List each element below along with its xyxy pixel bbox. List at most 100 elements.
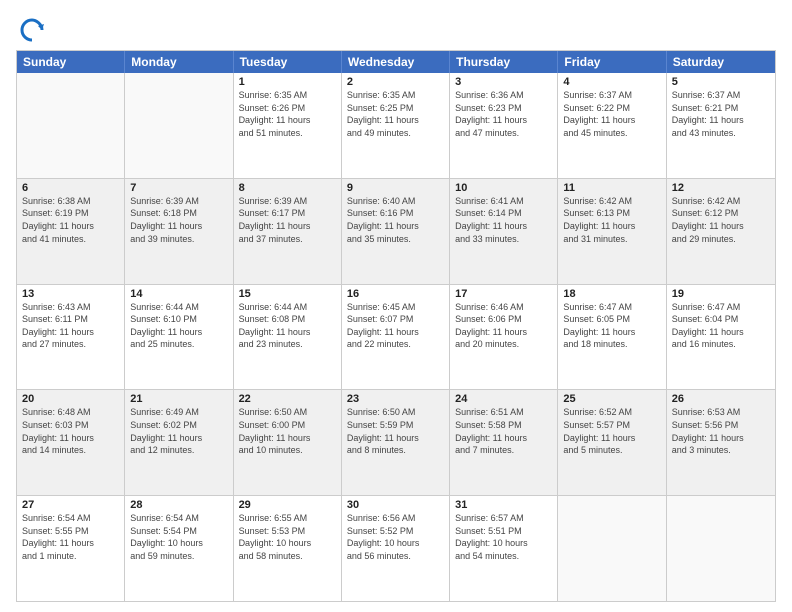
calendar-cell: 24Sunrise: 6:51 AMSunset: 5:58 PMDayligh… — [450, 390, 558, 495]
calendar-cell — [667, 496, 775, 601]
cell-text: Sunrise: 6:55 AMSunset: 5:53 PMDaylight:… — [239, 512, 336, 562]
calendar-cell: 5Sunrise: 6:37 AMSunset: 6:21 PMDaylight… — [667, 73, 775, 178]
cell-text: Sunrise: 6:47 AMSunset: 6:04 PMDaylight:… — [672, 301, 770, 351]
calendar-cell: 28Sunrise: 6:54 AMSunset: 5:54 PMDayligh… — [125, 496, 233, 601]
day-number: 11 — [563, 182, 660, 194]
calendar-cell: 10Sunrise: 6:41 AMSunset: 6:14 PMDayligh… — [450, 179, 558, 284]
calendar-cell: 7Sunrise: 6:39 AMSunset: 6:18 PMDaylight… — [125, 179, 233, 284]
calendar-header-cell: Saturday — [667, 51, 775, 73]
cell-text: Sunrise: 6:53 AMSunset: 5:56 PMDaylight:… — [672, 406, 770, 456]
calendar-cell: 23Sunrise: 6:50 AMSunset: 5:59 PMDayligh… — [342, 390, 450, 495]
calendar: SundayMondayTuesdayWednesdayThursdayFrid… — [16, 50, 776, 602]
day-number: 2 — [347, 76, 444, 88]
calendar-cell: 25Sunrise: 6:52 AMSunset: 5:57 PMDayligh… — [558, 390, 666, 495]
day-number: 4 — [563, 76, 660, 88]
day-number: 24 — [455, 393, 552, 405]
calendar-cell — [125, 73, 233, 178]
day-number: 10 — [455, 182, 552, 194]
day-number: 7 — [130, 182, 227, 194]
cell-text: Sunrise: 6:48 AMSunset: 6:03 PMDaylight:… — [22, 406, 119, 456]
cell-text: Sunrise: 6:47 AMSunset: 6:05 PMDaylight:… — [563, 301, 660, 351]
cell-text: Sunrise: 6:35 AMSunset: 6:26 PMDaylight:… — [239, 89, 336, 139]
day-number: 22 — [239, 393, 336, 405]
calendar-cell: 27Sunrise: 6:54 AMSunset: 5:55 PMDayligh… — [17, 496, 125, 601]
calendar-cell: 20Sunrise: 6:48 AMSunset: 6:03 PMDayligh… — [17, 390, 125, 495]
calendar-cell: 22Sunrise: 6:50 AMSunset: 6:00 PMDayligh… — [234, 390, 342, 495]
cell-text: Sunrise: 6:56 AMSunset: 5:52 PMDaylight:… — [347, 512, 444, 562]
day-number: 29 — [239, 499, 336, 511]
cell-text: Sunrise: 6:37 AMSunset: 6:22 PMDaylight:… — [563, 89, 660, 139]
calendar-header-cell: Sunday — [17, 51, 125, 73]
cell-text: Sunrise: 6:35 AMSunset: 6:25 PMDaylight:… — [347, 89, 444, 139]
cell-text: Sunrise: 6:54 AMSunset: 5:54 PMDaylight:… — [130, 512, 227, 562]
day-number: 19 — [672, 288, 770, 300]
cell-text: Sunrise: 6:54 AMSunset: 5:55 PMDaylight:… — [22, 512, 119, 562]
calendar-cell: 1Sunrise: 6:35 AMSunset: 6:26 PMDaylight… — [234, 73, 342, 178]
cell-text: Sunrise: 6:52 AMSunset: 5:57 PMDaylight:… — [563, 406, 660, 456]
day-number: 30 — [347, 499, 444, 511]
calendar-header-cell: Monday — [125, 51, 233, 73]
calendar-header-cell: Wednesday — [342, 51, 450, 73]
cell-text: Sunrise: 6:38 AMSunset: 6:19 PMDaylight:… — [22, 195, 119, 245]
cell-text: Sunrise: 6:42 AMSunset: 6:12 PMDaylight:… — [672, 195, 770, 245]
day-number: 25 — [563, 393, 660, 405]
calendar-cell: 11Sunrise: 6:42 AMSunset: 6:13 PMDayligh… — [558, 179, 666, 284]
day-number: 9 — [347, 182, 444, 194]
calendar-body: 1Sunrise: 6:35 AMSunset: 6:26 PMDaylight… — [17, 73, 775, 601]
day-number: 6 — [22, 182, 119, 194]
calendar-cell: 3Sunrise: 6:36 AMSunset: 6:23 PMDaylight… — [450, 73, 558, 178]
calendar-cell: 2Sunrise: 6:35 AMSunset: 6:25 PMDaylight… — [342, 73, 450, 178]
header — [16, 12, 776, 44]
calendar-cell: 4Sunrise: 6:37 AMSunset: 6:22 PMDaylight… — [558, 73, 666, 178]
day-number: 5 — [672, 76, 770, 88]
cell-text: Sunrise: 6:40 AMSunset: 6:16 PMDaylight:… — [347, 195, 444, 245]
cell-text: Sunrise: 6:50 AMSunset: 6:00 PMDaylight:… — [239, 406, 336, 456]
logo-icon — [18, 16, 46, 44]
cell-text: Sunrise: 6:39 AMSunset: 6:18 PMDaylight:… — [130, 195, 227, 245]
day-number: 27 — [22, 499, 119, 511]
calendar-header-cell: Thursday — [450, 51, 558, 73]
calendar-cell: 21Sunrise: 6:49 AMSunset: 6:02 PMDayligh… — [125, 390, 233, 495]
calendar-header-row: SundayMondayTuesdayWednesdayThursdayFrid… — [17, 51, 775, 73]
day-number: 1 — [239, 76, 336, 88]
cell-text: Sunrise: 6:36 AMSunset: 6:23 PMDaylight:… — [455, 89, 552, 139]
day-number: 23 — [347, 393, 444, 405]
cell-text: Sunrise: 6:42 AMSunset: 6:13 PMDaylight:… — [563, 195, 660, 245]
calendar-cell: 16Sunrise: 6:45 AMSunset: 6:07 PMDayligh… — [342, 285, 450, 390]
calendar-cell — [17, 73, 125, 178]
calendar-week: 20Sunrise: 6:48 AMSunset: 6:03 PMDayligh… — [17, 390, 775, 496]
calendar-cell: 8Sunrise: 6:39 AMSunset: 6:17 PMDaylight… — [234, 179, 342, 284]
day-number: 13 — [22, 288, 119, 300]
calendar-week: 6Sunrise: 6:38 AMSunset: 6:19 PMDaylight… — [17, 179, 775, 285]
calendar-cell: 19Sunrise: 6:47 AMSunset: 6:04 PMDayligh… — [667, 285, 775, 390]
day-number: 21 — [130, 393, 227, 405]
cell-text: Sunrise: 6:43 AMSunset: 6:11 PMDaylight:… — [22, 301, 119, 351]
calendar-cell: 6Sunrise: 6:38 AMSunset: 6:19 PMDaylight… — [17, 179, 125, 284]
day-number: 16 — [347, 288, 444, 300]
day-number: 15 — [239, 288, 336, 300]
cell-text: Sunrise: 6:44 AMSunset: 6:08 PMDaylight:… — [239, 301, 336, 351]
day-number: 20 — [22, 393, 119, 405]
calendar-header-cell: Friday — [558, 51, 666, 73]
calendar-week: 13Sunrise: 6:43 AMSunset: 6:11 PMDayligh… — [17, 285, 775, 391]
calendar-week: 1Sunrise: 6:35 AMSunset: 6:26 PMDaylight… — [17, 73, 775, 179]
cell-text: Sunrise: 6:49 AMSunset: 6:02 PMDaylight:… — [130, 406, 227, 456]
day-number: 31 — [455, 499, 552, 511]
calendar-cell: 30Sunrise: 6:56 AMSunset: 5:52 PMDayligh… — [342, 496, 450, 601]
cell-text: Sunrise: 6:45 AMSunset: 6:07 PMDaylight:… — [347, 301, 444, 351]
cell-text: Sunrise: 6:37 AMSunset: 6:21 PMDaylight:… — [672, 89, 770, 139]
day-number: 28 — [130, 499, 227, 511]
calendar-cell: 18Sunrise: 6:47 AMSunset: 6:05 PMDayligh… — [558, 285, 666, 390]
cell-text: Sunrise: 6:44 AMSunset: 6:10 PMDaylight:… — [130, 301, 227, 351]
day-number: 26 — [672, 393, 770, 405]
logo — [16, 16, 46, 44]
calendar-header-cell: Tuesday — [234, 51, 342, 73]
calendar-cell: 9Sunrise: 6:40 AMSunset: 6:16 PMDaylight… — [342, 179, 450, 284]
page: SundayMondayTuesdayWednesdayThursdayFrid… — [0, 0, 792, 612]
cell-text: Sunrise: 6:50 AMSunset: 5:59 PMDaylight:… — [347, 406, 444, 456]
calendar-cell: 14Sunrise: 6:44 AMSunset: 6:10 PMDayligh… — [125, 285, 233, 390]
day-number: 17 — [455, 288, 552, 300]
calendar-cell: 29Sunrise: 6:55 AMSunset: 5:53 PMDayligh… — [234, 496, 342, 601]
calendar-cell: 15Sunrise: 6:44 AMSunset: 6:08 PMDayligh… — [234, 285, 342, 390]
cell-text: Sunrise: 6:39 AMSunset: 6:17 PMDaylight:… — [239, 195, 336, 245]
